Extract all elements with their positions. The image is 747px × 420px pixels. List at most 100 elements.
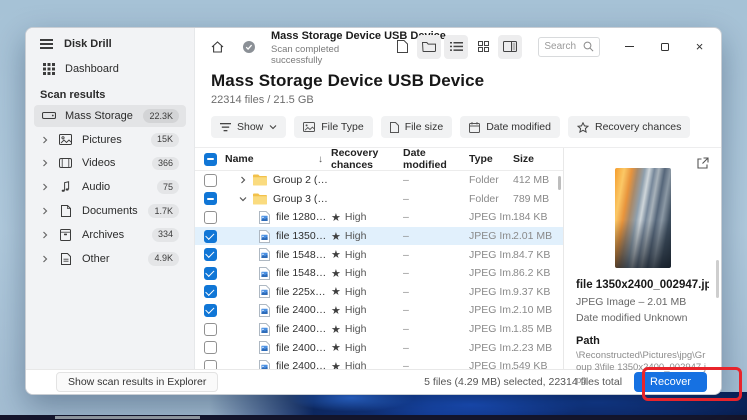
table-row[interactable]: file 1350x2400_...★High–JPEG Im...2.01 M… [195,227,563,246]
close-button[interactable]: × [686,35,713,59]
column-header-type[interactable]: Type [469,153,513,165]
select-all-checkbox[interactable] [204,153,217,166]
date-cell: – [403,249,469,261]
row-checkbox[interactable] [204,230,217,243]
table-header: Name ↓ Recovery chances Date modified Ty… [195,148,563,171]
file-name: file 2400x1350_... [276,304,331,316]
chevron-right-icon[interactable] [41,207,49,215]
chip-label: Date modified [486,121,551,133]
size-cell: 412 MB [513,174,563,186]
show-filter-button[interactable]: Show [211,116,286,138]
recovery-chances-filter-button[interactable]: Recovery chances [568,116,690,138]
count-badge: 22.3K [143,109,179,123]
table-row[interactable]: file 2400x1350_...★High–JPEG Im...549 KB [195,357,563,369]
sidebar-item-documents[interactable]: Documents 1.7K [34,200,186,222]
table-scrollbar[interactable] [558,176,561,190]
count-badge: 366 [152,157,179,171]
count-badge: 15K [151,133,179,147]
other-files-icon [58,253,73,265]
sidebar-item-audio[interactable]: Audio 75 [34,176,186,198]
archives-icon [58,229,73,241]
column-header-date[interactable]: Date modified [403,147,469,171]
recovery-cell: ★High [331,285,403,298]
chevron-down-icon[interactable] [239,195,247,203]
preview-panel: file 1350x2400_002947.jpg JPEG Image – 2… [563,148,721,369]
type-cell: JPEG Im... [469,230,513,242]
type-cell: JPEG Im... [469,211,513,223]
column-header-name[interactable]: Name ↓ [225,153,331,165]
table-row[interactable]: file 1548x1161_...★High–JPEG Im...84.7 K… [195,245,563,264]
type-cell: JPEG Im... [469,304,513,316]
preview-scrollbar[interactable] [716,260,719,298]
table-row[interactable]: file 225x300_00...★High–JPEG Im...9.37 K… [195,283,563,302]
show-in-explorer-button[interactable]: Show scan results in Explorer [56,372,218,392]
chip-label: File size [405,121,444,133]
preview-panel-toggle-button[interactable] [498,35,522,59]
search-box [538,37,600,57]
filter-bar: Show File Type File size [211,116,705,138]
sidebar-item-videos[interactable]: Videos 366 [34,153,186,175]
star-icon: ★ [331,211,341,224]
row-checkbox[interactable] [204,285,217,298]
sidebar-item-archives[interactable]: Archives 334 [34,224,186,246]
sort-descending-icon[interactable]: ↓ [318,154,323,165]
row-checkbox[interactable] [204,248,217,261]
chevron-right-icon[interactable] [41,255,49,263]
row-checkbox[interactable] [204,211,217,224]
jpeg-file-icon [259,211,270,224]
page-title: Mass Storage Device USB Device [211,71,705,91]
table-row[interactable]: file 2400x1350_...★High–JPEG Im...2.10 M… [195,301,563,320]
count-badge: 75 [157,180,179,194]
chevron-right-icon[interactable] [41,231,49,239]
preview-image[interactable] [615,168,671,268]
recovery-cell: ★High [331,267,403,280]
sidebar-item-label: Videos [82,157,143,169]
row-checkbox[interactable] [204,304,217,317]
search-input[interactable] [544,41,583,52]
preview-filename: file 1350x2400_002947.jpg [576,279,709,291]
table-row[interactable]: Group 2 (1000)–Folder412 MB [195,171,563,190]
row-checkbox[interactable] [204,360,217,369]
home-button[interactable] [205,35,229,59]
table-row[interactable]: file 2400x1350_...★High–JPEG Im...2.23 M… [195,338,563,357]
table-row[interactable]: file 2400x1350_...★High–JPEG Im...1.85 M… [195,320,563,339]
folder-view-button[interactable] [417,35,441,59]
table-row[interactable]: file 1280x720_0...★High–JPEG Im...184 KB [195,208,563,227]
sidebar-item-pictures[interactable]: Pictures 15K [34,129,186,151]
file-size-filter-button[interactable]: File size [381,116,453,138]
column-header-recovery[interactable]: Recovery chances [331,147,403,171]
column-header-size[interactable]: Size [513,153,563,165]
wallpaper-bloom [0,392,747,415]
file-type-filter-button[interactable]: File Type [294,116,372,138]
sidebar-item-other[interactable]: Other 4.9K [34,248,186,270]
chevron-right-icon[interactable] [41,136,49,144]
row-checkbox[interactable] [204,267,217,280]
chevron-right-icon[interactable] [239,176,247,184]
grid-view-button[interactable] [471,35,495,59]
minimize-button[interactable] [616,35,643,59]
table-row[interactable]: Group 3 (1000)–Folder789 MB [195,190,563,209]
app-title: Disk Drill [64,38,112,50]
size-cell: 1.85 MB [513,323,563,335]
open-external-icon[interactable] [694,154,712,172]
row-checkbox[interactable] [204,192,217,205]
file-name: Group 2 (1000) [273,174,331,186]
list-view-button[interactable] [444,35,468,59]
sidebar-item-dashboard[interactable]: Dashboard [34,59,186,79]
row-checkbox[interactable] [204,174,217,187]
chevron-right-icon[interactable] [41,183,49,191]
chevron-right-icon[interactable] [41,159,49,167]
row-checkbox[interactable] [204,323,217,336]
row-checkbox[interactable] [204,341,217,354]
file-name: file 2400x1350_... [276,323,331,335]
sidebar-item-label: Dashboard [65,63,179,75]
new-file-view-button[interactable] [390,35,414,59]
image-icon [303,122,315,132]
type-cell: JPEG Im... [469,249,513,261]
table-row[interactable]: file 1548x1161_...★High–JPEG Im...86.2 K… [195,264,563,283]
maximize-button[interactable] [651,35,678,59]
date-modified-filter-button[interactable]: Date modified [460,116,560,138]
hamburger-menu-icon[interactable] [40,39,53,48]
sidebar-item-device[interactable]: Mass Storage Device U... 22.3K [34,105,186,127]
desktop: Disk Drill Dashboard Scan results Mass S… [0,0,747,420]
